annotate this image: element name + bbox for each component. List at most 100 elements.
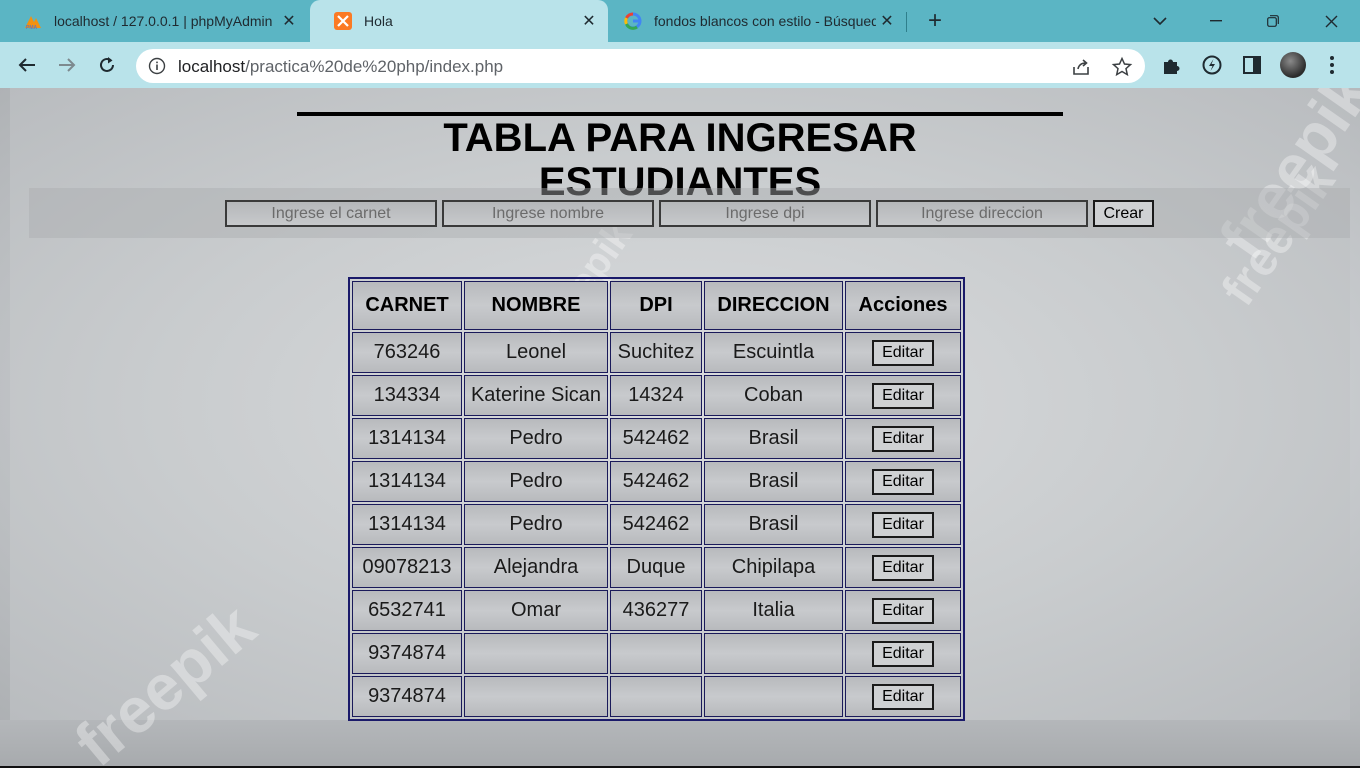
cell-carnet: 763246 bbox=[352, 332, 462, 373]
tab-title: Hola bbox=[364, 13, 393, 29]
column-header-dpi: DPI bbox=[610, 281, 702, 330]
direccion-input[interactable] bbox=[876, 200, 1088, 227]
table-row: 1314134 Pedro 542462 Brasil Editar bbox=[352, 461, 961, 502]
close-icon[interactable]: ✕ bbox=[876, 11, 898, 31]
editar-button[interactable]: Editar bbox=[872, 554, 934, 581]
table-row: 6532741 Omar 436277 Italia Editar bbox=[352, 590, 961, 631]
cell-nombre: Omar bbox=[464, 590, 608, 631]
cell-acciones: Editar bbox=[845, 504, 961, 545]
cell-nombre bbox=[464, 633, 608, 674]
cell-direccion: Coban bbox=[704, 375, 843, 416]
tab-separator bbox=[906, 12, 907, 32]
tab-title: fondos blancos con estilo - Búsqueda bbox=[654, 13, 876, 29]
back-icon[interactable] bbox=[10, 48, 44, 82]
tab-google-search[interactable]: fondos blancos con estilo - Búsqueda ✕ bbox=[608, 0, 906, 42]
cell-direccion: Escuintla bbox=[704, 332, 843, 373]
table-row: 1314134 Pedro 542462 Brasil Editar bbox=[352, 418, 961, 459]
restore-icon[interactable] bbox=[1245, 0, 1301, 42]
cell-acciones: Editar bbox=[845, 332, 961, 373]
editar-button[interactable]: Editar bbox=[872, 382, 934, 409]
cell-direccion: Brasil bbox=[704, 418, 843, 459]
page-viewport: freepik freepik freepik freepik TABLA PA… bbox=[0, 88, 1360, 768]
cell-direccion: Italia bbox=[704, 590, 843, 631]
extensions-icon[interactable] bbox=[1160, 53, 1184, 77]
new-tab-button[interactable]: + bbox=[921, 7, 949, 35]
editar-button[interactable]: Editar bbox=[872, 640, 934, 667]
column-header-carnet: CARNET bbox=[352, 281, 462, 330]
carnet-input[interactable] bbox=[225, 200, 437, 227]
cell-acciones: Editar bbox=[845, 547, 961, 588]
tab-strip: PMA localhost / 127.0.0.1 | phpMyAdmin ✕… bbox=[0, 0, 1360, 42]
cell-dpi: Duque bbox=[610, 547, 702, 588]
profile-avatar[interactable] bbox=[1280, 52, 1306, 78]
crear-button[interactable]: Crear bbox=[1093, 200, 1154, 227]
svg-text:PMA: PMA bbox=[26, 25, 38, 30]
table-row: 09078213 Alejandra Duque Chipilapa Edita… bbox=[352, 547, 961, 588]
editar-button[interactable]: Editar bbox=[872, 683, 934, 710]
cell-nombre: Leonel bbox=[464, 332, 608, 373]
table-row: 9374874 Editar bbox=[352, 633, 961, 674]
cell-carnet: 9374874 bbox=[352, 633, 462, 674]
cell-carnet: 1314134 bbox=[352, 418, 462, 459]
editar-button[interactable]: Editar bbox=[872, 597, 934, 624]
close-window-icon[interactable] bbox=[1303, 0, 1359, 42]
tab-title: localhost / 127.0.0.1 | phpMyAdmin bbox=[54, 13, 273, 29]
cell-dpi: 436277 bbox=[610, 590, 702, 631]
editar-button[interactable]: Editar bbox=[872, 425, 934, 452]
tab-search-icon[interactable] bbox=[1132, 0, 1188, 42]
table-row: 1314134 Pedro 542462 Brasil Editar bbox=[352, 504, 961, 545]
students-table: CARNET NOMBRE DPI DIRECCION Acciones 763… bbox=[348, 277, 965, 721]
cell-dpi: Suchitez bbox=[610, 332, 702, 373]
cell-carnet: 134334 bbox=[352, 375, 462, 416]
menu-kebab-icon[interactable] bbox=[1320, 53, 1344, 77]
cell-direccion bbox=[704, 633, 843, 674]
cell-acciones: Editar bbox=[845, 375, 961, 416]
cell-dpi: 542462 bbox=[610, 504, 702, 545]
phpmyadmin-icon: PMA bbox=[25, 16, 41, 30]
cell-direccion: Brasil bbox=[704, 504, 843, 545]
url-host: localhost bbox=[178, 57, 246, 76]
cell-nombre bbox=[464, 676, 608, 717]
cell-dpi: 542462 bbox=[610, 461, 702, 502]
cell-acciones: Editar bbox=[845, 676, 961, 717]
nombre-input[interactable] bbox=[442, 200, 654, 227]
editar-button[interactable]: Editar bbox=[872, 511, 934, 538]
performance-icon[interactable] bbox=[1200, 53, 1224, 77]
minimize-icon[interactable] bbox=[1188, 0, 1244, 42]
table-row: 763246 Leonel Suchitez Escuintla Editar bbox=[352, 332, 961, 373]
tab-phpmyadmin[interactable]: PMA localhost / 127.0.0.1 | phpMyAdmin ✕ bbox=[0, 0, 308, 42]
cell-direccion bbox=[704, 676, 843, 717]
editar-button[interactable]: Editar bbox=[872, 468, 934, 495]
dpi-input[interactable] bbox=[659, 200, 871, 227]
close-icon[interactable]: ✕ bbox=[578, 11, 600, 31]
reload-icon[interactable] bbox=[90, 48, 124, 82]
editar-button[interactable]: Editar bbox=[872, 339, 934, 366]
cell-nombre: Pedro bbox=[464, 418, 608, 459]
cell-carnet: 6532741 bbox=[352, 590, 462, 631]
cell-carnet: 9374874 bbox=[352, 676, 462, 717]
address-bar[interactable]: localhost/practica%20de%20php/index.php bbox=[136, 49, 1145, 83]
background-bottom bbox=[0, 720, 1360, 768]
share-icon[interactable] bbox=[1070, 56, 1092, 78]
table-header-row: CARNET NOMBRE DPI DIRECCION Acciones bbox=[352, 281, 961, 330]
forward-icon[interactable] bbox=[50, 48, 84, 82]
cell-carnet: 1314134 bbox=[352, 504, 462, 545]
url-path: /practica%20de%20php/index.php bbox=[245, 57, 504, 76]
close-icon[interactable]: ✕ bbox=[278, 11, 300, 31]
cell-direccion: Chipilapa bbox=[704, 547, 843, 588]
cell-carnet: 1314134 bbox=[352, 461, 462, 502]
table-row: 134334 Katerine Sican 14324 Coban Editar bbox=[352, 375, 961, 416]
cell-carnet: 09078213 bbox=[352, 547, 462, 588]
cell-dpi: 14324 bbox=[610, 375, 702, 416]
cell-dpi bbox=[610, 633, 702, 674]
column-header-direccion: DIRECCION bbox=[704, 281, 843, 330]
table-row: 9374874 Editar bbox=[352, 676, 961, 717]
url-text[interactable]: localhost/practica%20de%20php/index.php bbox=[178, 57, 503, 77]
cell-nombre: Pedro bbox=[464, 461, 608, 502]
side-panel-icon[interactable] bbox=[1240, 53, 1264, 77]
tab-hola[interactable]: Hola ✕ bbox=[310, 0, 608, 42]
cell-nombre: Pedro bbox=[464, 504, 608, 545]
site-info-icon[interactable] bbox=[148, 57, 166, 75]
bookmark-star-icon[interactable] bbox=[1111, 56, 1133, 78]
cell-nombre: Alejandra bbox=[464, 547, 608, 588]
